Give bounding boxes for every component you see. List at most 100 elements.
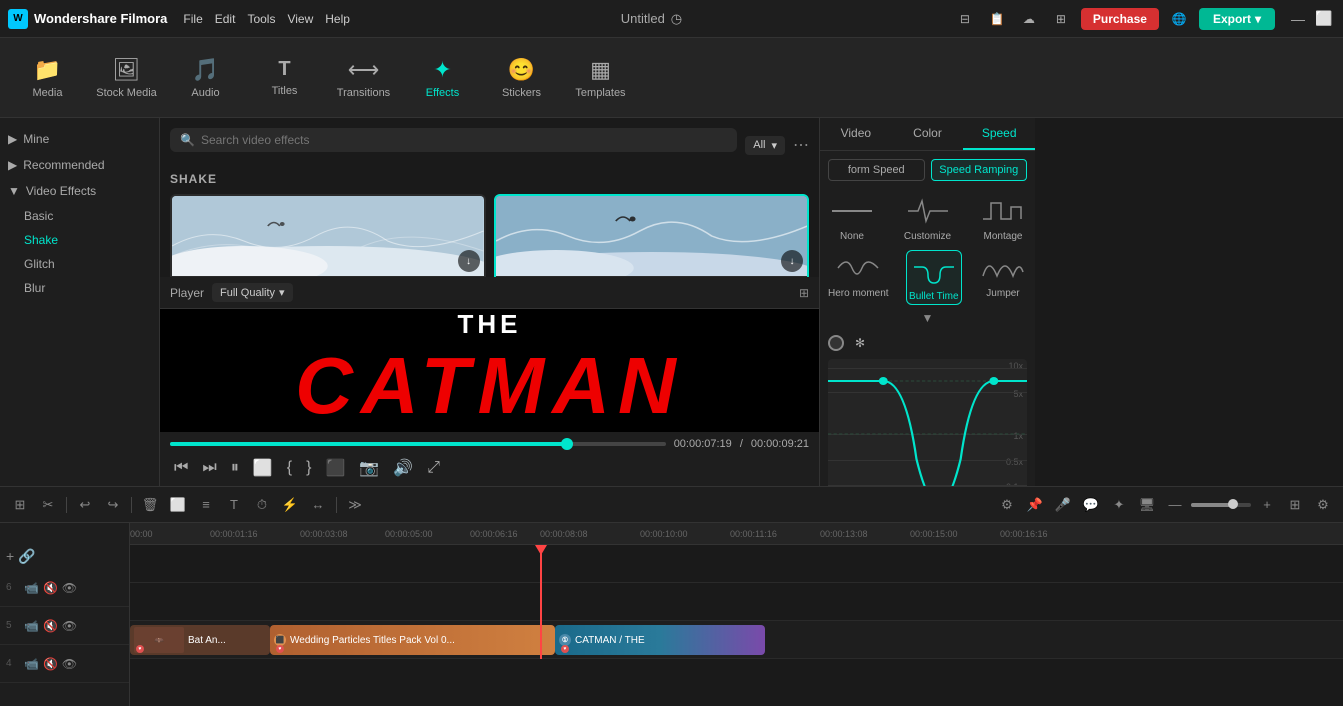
tl-display-button[interactable]: 🖥 [1135,493,1159,517]
tl-more-button[interactable]: ≫ [343,493,367,517]
effects-filter-dropdown[interactable]: All ▾ [745,136,785,155]
toolbar-transitions[interactable]: ⟷ Transitions [326,44,401,112]
effect-card-mild[interactable]: ↓ Mild [170,194,486,277]
speed-option-bullet-time[interactable]: Bullet Time [906,250,961,305]
mild-download-icon[interactable]: ↓ [458,250,480,272]
tab-speed[interactable]: Speed [963,118,1035,150]
toolbar-stock-media[interactable]: 🖼 Stock Media [89,44,164,112]
track5-eye-icon[interactable]: 👁 [62,619,77,633]
stop-button[interactable]: ⬜ [249,456,277,480]
tl-undo-button[interactable]: ↩ [73,493,97,517]
toolbar-audio[interactable]: 🎵 Audio [168,44,243,112]
tl-color-button[interactable]: ⚡ [278,493,302,517]
tl-magnet-button[interactable]: ✂ [36,493,60,517]
tab-video[interactable]: Video [820,118,892,150]
sidebar-item-video-effects[interactable]: ▼ Video Effects [0,178,159,204]
track5-audio-icon[interactable]: 🔇 [43,619,58,633]
minimize-button[interactable]: — [1287,8,1309,30]
sidebar-item-basic[interactable]: Basic [0,204,159,228]
tl-subtitle-button[interactable]: 💬 [1079,493,1103,517]
speed-options-more[interactable]: ▼ [820,309,1035,327]
quality-selector[interactable]: Full Quality ▾ [212,283,293,302]
extreme-download-icon[interactable]: ↓ [781,250,803,272]
sidebar-item-glitch[interactable]: Glitch [0,252,159,276]
account-icon[interactable]: 🌐 [1167,7,1191,31]
add-track-icon[interactable]: + [6,548,14,564]
crop-button[interactable]: ⬛ [321,456,349,480]
menu-help[interactable]: Help [325,12,350,26]
progress-thumb[interactable] [561,438,573,450]
tl-text-button[interactable]: T [222,493,246,517]
toolbar-titles[interactable]: T Titles [247,44,322,112]
clip-wedding[interactable]: ⬛ Wedding Particles Titles Pack Vol 0...… [270,625,555,655]
sidebar-item-recommended[interactable]: ▶ Recommended [0,152,159,178]
player-expand-icon[interactable]: ⊞ [799,286,809,300]
menu-edit[interactable]: Edit [215,12,236,26]
toolbar-media[interactable]: 📁 Media [10,44,85,112]
tl-grid-view-button[interactable]: ⊞ [1283,493,1307,517]
layout-icon[interactable]: ⊟ [953,7,977,31]
tl-transform-button[interactable]: ↔ [306,493,330,517]
search-input[interactable] [201,133,727,147]
tl-audio-button[interactable]: ≡ [194,493,218,517]
subtab-uniform-speed[interactable]: form Speed [828,159,925,181]
zoom-slider-thumb[interactable] [1228,499,1238,509]
step-forward-button[interactable]: ⏭ [198,457,220,479]
menu-tools[interactable]: Tools [247,12,275,26]
tl-add-track-button[interactable]: ⊞ [8,493,32,517]
maximize-button[interactable]: ⬜ [1313,8,1335,30]
effect-card-extreme[interactable]: ↓ Extreme [494,194,810,277]
effects-more-options-icon[interactable]: ⋯ [793,135,809,155]
zoom-in-button[interactable]: + [1255,493,1279,517]
zoom-out-button[interactable]: — [1163,493,1187,517]
export-button[interactable]: Export ▾ [1199,8,1275,30]
menu-file[interactable]: File [183,12,202,26]
speed-option-montage[interactable]: Montage [979,193,1027,242]
track6-eye-icon[interactable]: 👁 [62,581,77,595]
mark-out-button[interactable]: } [302,457,315,479]
collapse-left-panel-button[interactable]: ‹ [159,272,160,332]
subtab-speed-ramping[interactable]: Speed Ramping [931,159,1028,181]
volume-button[interactable]: 🔊 [389,456,417,480]
cloud-icon[interactable]: ☁ [1017,7,1041,31]
tl-crop-button[interactable]: ⬜ [166,493,190,517]
speed-graph[interactable]: 10x 5x 1x 0.5x 0.1x [828,359,1027,486]
menu-view[interactable]: View [287,12,313,26]
mark-in-button[interactable]: { [283,457,296,479]
tab-color[interactable]: Color [892,118,964,150]
tl-speed-button[interactable]: ⏱ [250,493,274,517]
tl-ai-button[interactable]: ✦ [1107,493,1131,517]
speed-option-none[interactable]: None [828,193,876,242]
purchase-button[interactable]: Purchase [1081,8,1159,30]
clip-catman[interactable]: ① CATMAN / THE ♥ [555,625,765,655]
progress-bar[interactable] [170,442,666,446]
toolbar-effects[interactable]: ✦ Effects [405,44,480,112]
tl-mic-button[interactable]: 🎤 [1051,493,1075,517]
tl-settings-button[interactable]: ⚙ [1311,493,1335,517]
tl-clip-button[interactable]: 📌 [1023,493,1047,517]
apps-icon[interactable]: ⊞ [1049,7,1073,31]
speed-option-jumper[interactable]: Jumper [979,250,1027,305]
sidebar-item-shake[interactable]: Shake [0,228,159,252]
zoom-slider-track[interactable] [1191,503,1251,507]
fullscreen-button[interactable]: ⤢ [423,457,444,479]
tl-redo-button[interactable]: ↪ [101,493,125,517]
snapshot-button[interactable]: 📷 [355,456,383,480]
toolbar-templates[interactable]: ▦ Templates [563,44,638,112]
tl-effects-button[interactable]: ⚙ [995,493,1019,517]
snapshots-icon[interactable]: 📋 [985,7,1009,31]
clip-bat[interactable]: 🦇 Bat An... ♥ [130,625,270,655]
sidebar-item-mine[interactable]: ▶ Mine [0,126,159,152]
track6-audio-icon[interactable]: 🔇 [43,581,58,595]
track4-eye-icon[interactable]: 👁 [62,657,77,671]
sidebar-item-blur[interactable]: Blur [0,276,159,300]
tl-delete-button[interactable]: 🗑 [138,493,162,517]
toolbar-stickers[interactable]: 😊 Stickers [484,44,559,112]
speed-option-customize[interactable]: Customize [904,193,952,242]
speed-option-hero-moment[interactable]: Hero moment [828,250,889,305]
track4-audio-icon[interactable]: 🔇 [43,657,58,671]
play-pause-button[interactable]: ⏸ [227,457,243,479]
playhead[interactable] [540,545,542,659]
link-track-icon[interactable]: 🔗 [18,548,35,565]
rewind-button[interactable]: ⏮ [170,457,192,479]
